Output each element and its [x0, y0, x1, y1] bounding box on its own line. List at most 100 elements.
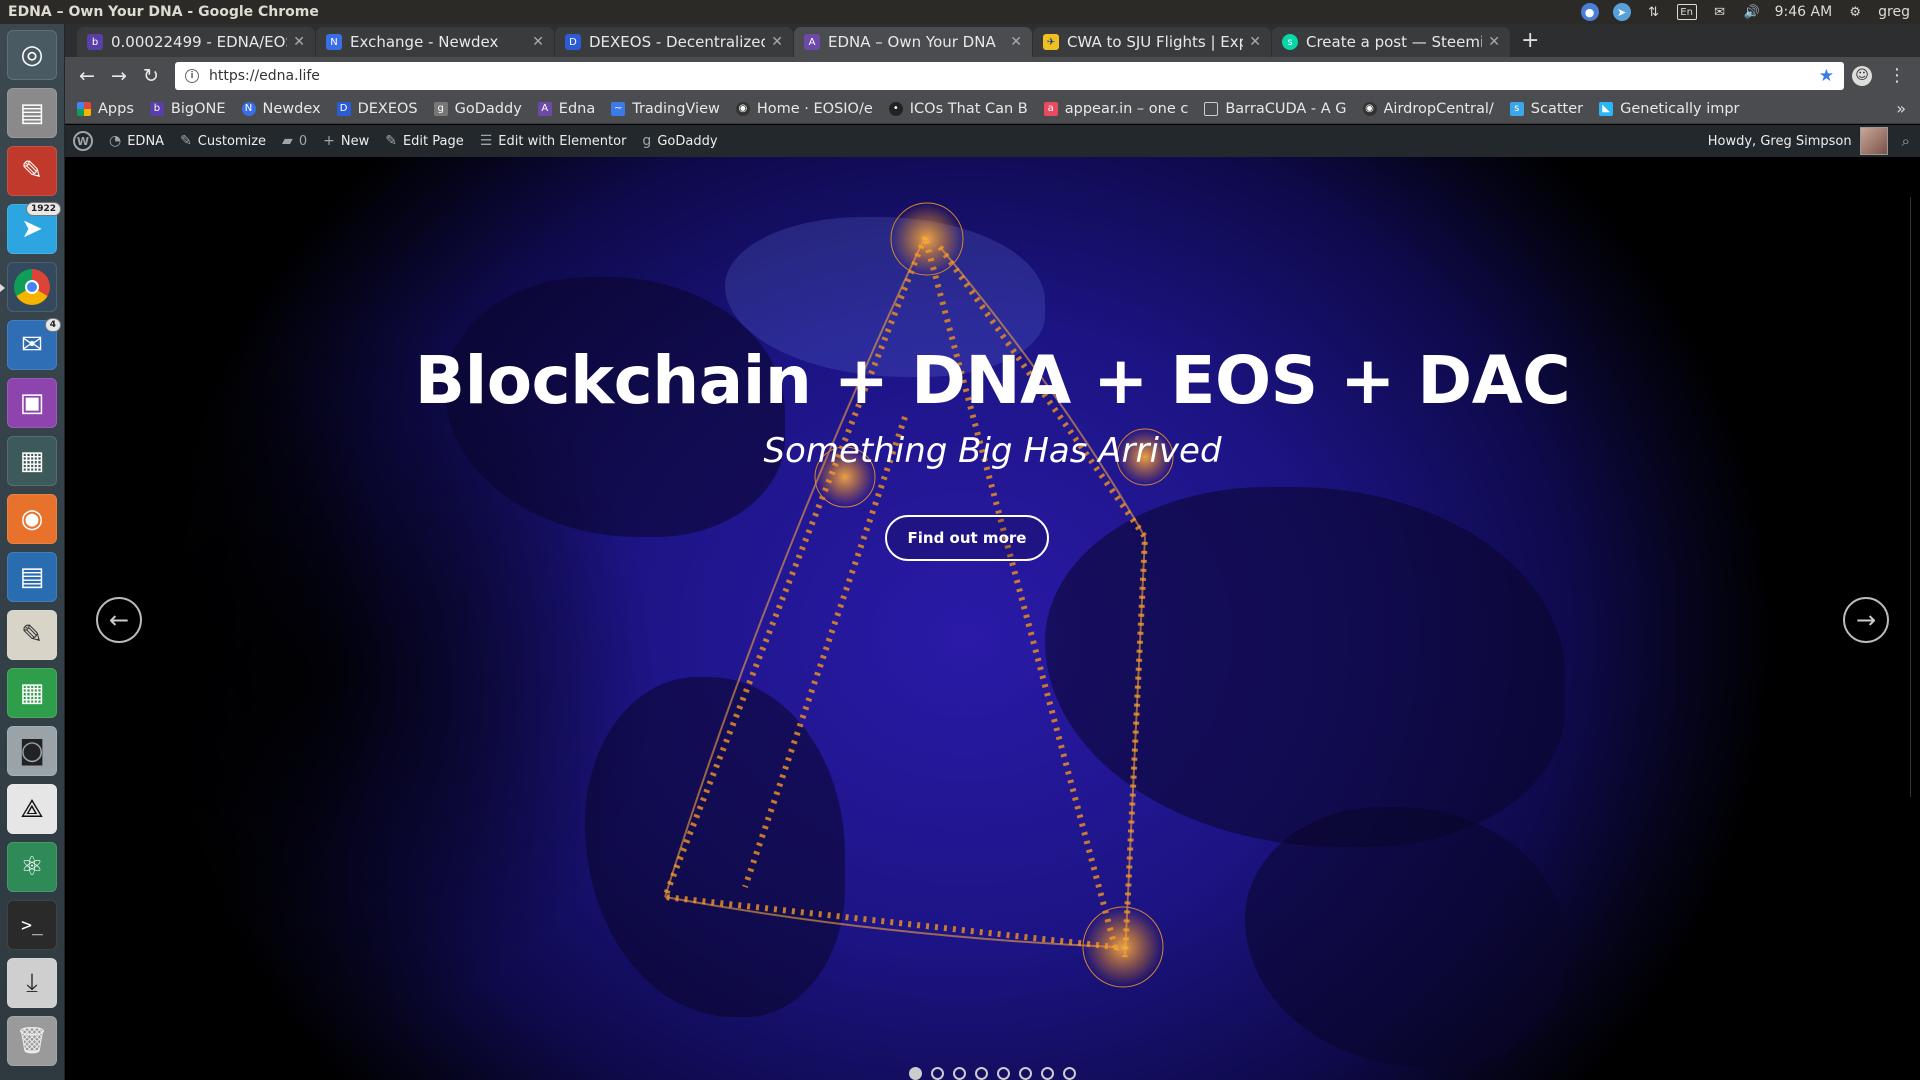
avatar[interactable]: [1859, 127, 1888, 155]
bookmark-item[interactable]: A Edna: [537, 101, 595, 117]
tab-close-icon[interactable]: ✕: [1488, 34, 1500, 50]
new-tab-icon[interactable]: +: [1521, 28, 1539, 53]
find-out-more-button[interactable]: Find out more: [885, 515, 1049, 561]
launcher-mail[interactable]: ✉ 4: [7, 318, 61, 370]
bookmark-item[interactable]: a appear.in – one c: [1043, 100, 1189, 117]
launcher-trash[interactable]: 🗑: [7, 1016, 57, 1066]
launcher-atom[interactable]: ⚛: [7, 842, 57, 892]
launcher-writer[interactable]: ▤: [7, 552, 57, 602]
launcher-workspaces[interactable]: ▦: [7, 436, 57, 486]
bookmark-item[interactable]: ◉ Home · EOSIO/e: [735, 101, 873, 117]
bookmark-item[interactable]: ◣ Genetically impr: [1599, 101, 1740, 117]
bookmark-star-icon[interactable]: ★: [1819, 66, 1834, 86]
tab-title: Create a post — Steemit: [1306, 33, 1483, 51]
pencil-icon: ✎: [385, 133, 397, 149]
wp-howdy-user[interactable]: Howdy, Greg Simpson: [1708, 134, 1852, 149]
bookmark-item[interactable]: ~ TradingView: [611, 101, 720, 117]
bookmark-item[interactable]: s Scatter: [1509, 101, 1583, 117]
bookmark-label: AirdropCentral/: [1383, 100, 1494, 117]
github-icon: ◉: [735, 101, 750, 116]
wp-new-link[interactable]: + New: [323, 133, 369, 149]
launcher-files[interactable]: ▤: [7, 88, 57, 138]
tab-close-icon[interactable]: ✕: [771, 34, 783, 50]
browser-tab[interactable]: b 0.00022499 - EDNA/EOS - ✕: [77, 27, 315, 57]
bookmark-item[interactable]: g GoDaddy: [433, 101, 522, 117]
page-scrollbar[interactable]: [1910, 197, 1920, 797]
site-info-icon[interactable]: i: [185, 68, 199, 83]
slider-dot[interactable]: [953, 1067, 966, 1080]
browser-tab[interactable]: ✈ CWA to SJU Flights | Expe ✕: [1033, 27, 1271, 57]
slider-dot[interactable]: [909, 1067, 922, 1080]
session-user[interactable]: greg: [1878, 4, 1910, 20]
bookmark-item[interactable]: • ICOs That Can B: [888, 101, 1028, 117]
launcher-dash-button[interactable]: ◎: [7, 30, 57, 80]
wp-customize-label: Customize: [197, 133, 267, 149]
tab-close-icon[interactable]: ✕: [293, 34, 305, 50]
reload-icon[interactable]: ↻: [135, 65, 167, 87]
bookmark-item[interactable]: D DEXEOS: [336, 101, 418, 117]
bookmark-item[interactable]: BarraCUDA - A G: [1204, 101, 1347, 117]
bookmark-item[interactable]: ◉ AirdropCentral/: [1362, 100, 1494, 117]
clock[interactable]: 9:46 AM: [1775, 4, 1833, 20]
extension-icon[interactable]: ☺: [1852, 65, 1872, 86]
chrome-menu-icon[interactable]: ⋮: [1888, 65, 1906, 86]
browser-tab[interactable]: D DEXEOS - Decentralized E ✕: [555, 27, 793, 57]
tab-close-icon[interactable]: ✕: [1010, 34, 1022, 50]
slider-dot[interactable]: [975, 1067, 988, 1080]
wp-comments-link[interactable]: ▰ 0: [282, 133, 307, 149]
volume-icon[interactable]: 🔊: [1743, 3, 1761, 21]
launcher-eos[interactable]: ⟁: [7, 784, 57, 834]
launcher-camera[interactable]: ◙: [7, 726, 57, 776]
launcher-firefox[interactable]: ◉: [7, 494, 57, 544]
wp-site-link[interactable]: ◔ EDNA: [109, 133, 164, 149]
godaddy-icon: g: [433, 101, 448, 116]
address-bar[interactable]: i https://edna.life ★: [175, 61, 1844, 90]
bookmark-item[interactable]: b BigONE: [149, 101, 226, 117]
dot-icon: •: [888, 101, 903, 116]
video-call-icon[interactable]: ●: [1580, 3, 1599, 21]
tab-close-icon[interactable]: ✕: [1249, 34, 1261, 50]
wp-godaddy-link[interactable]: g GoDaddy: [642, 133, 717, 149]
keyboard-layout-indicator[interactable]: En: [1676, 4, 1697, 20]
slider-dot[interactable]: [1041, 1067, 1054, 1080]
telegram-tray-icon[interactable]: ➤: [1612, 3, 1631, 21]
github-icon: ◉: [1362, 101, 1377, 116]
settings-gear-icon[interactable]: ⚙: [1846, 3, 1864, 21]
url-text[interactable]: https://edna.life: [209, 68, 1819, 84]
launcher-gimp[interactable]: ✎: [7, 146, 57, 196]
back-arrow-icon[interactable]: ←: [71, 65, 103, 87]
search-icon[interactable]: ⌕: [1902, 132, 1910, 150]
wp-new-label: New: [340, 133, 370, 149]
wp-customize-link[interactable]: ✎ Customize: [180, 133, 266, 149]
bookmark-item[interactable]: N Newdex: [241, 101, 321, 117]
slider-dot[interactable]: [1063, 1067, 1076, 1080]
slider-prev-button[interactable]: ←: [96, 597, 142, 643]
launcher-text-editor[interactable]: ✎: [7, 610, 57, 660]
mail-icon[interactable]: ✉: [1711, 3, 1729, 21]
launcher-installer[interactable]: ⤓: [7, 958, 57, 1008]
launcher-window-app[interactable]: ▣: [7, 378, 57, 428]
system-tray: ● ➤ ⇅ En ✉ 🔊 9:46 AM ⚙ greg: [1580, 3, 1920, 21]
browser-tab[interactable]: s Create a post — Steemit ✕: [1272, 27, 1510, 57]
launcher-calc[interactable]: ▦: [7, 668, 57, 718]
browser-tab-active[interactable]: A EDNA – Own Your DNA ✕: [794, 27, 1032, 57]
browser-tab[interactable]: N Exchange - Newdex ✕: [316, 27, 554, 57]
network-icon[interactable]: ⇅: [1645, 3, 1663, 21]
slider-next-button[interactable]: →: [1843, 597, 1889, 643]
comment-icon: ▰: [282, 133, 293, 149]
wp-edit-page-link[interactable]: ✎ Edit Page: [385, 133, 464, 149]
forward-arrow-icon[interactable]: →: [103, 65, 135, 87]
slider-dot[interactable]: [997, 1067, 1010, 1080]
launcher-terminal[interactable]: >_: [7, 900, 57, 950]
slider-dot[interactable]: [1019, 1067, 1032, 1080]
bookmark-label: Apps: [98, 100, 134, 117]
more-bookmarks-icon[interactable]: »: [1896, 99, 1906, 118]
slider-dot[interactable]: [931, 1067, 944, 1080]
bookmark-item[interactable]: Apps: [77, 101, 134, 117]
wordpress-logo-icon[interactable]: W: [73, 131, 93, 151]
bookmark-label: appear.in – one c: [1064, 100, 1189, 117]
launcher-chrome[interactable]: [0, 262, 57, 312]
tab-close-icon[interactable]: ✕: [532, 34, 544, 50]
launcher-telegram[interactable]: ➤ 1922: [7, 202, 61, 254]
wp-elementor-link[interactable]: ☰ Edit with Elementor: [480, 133, 627, 149]
